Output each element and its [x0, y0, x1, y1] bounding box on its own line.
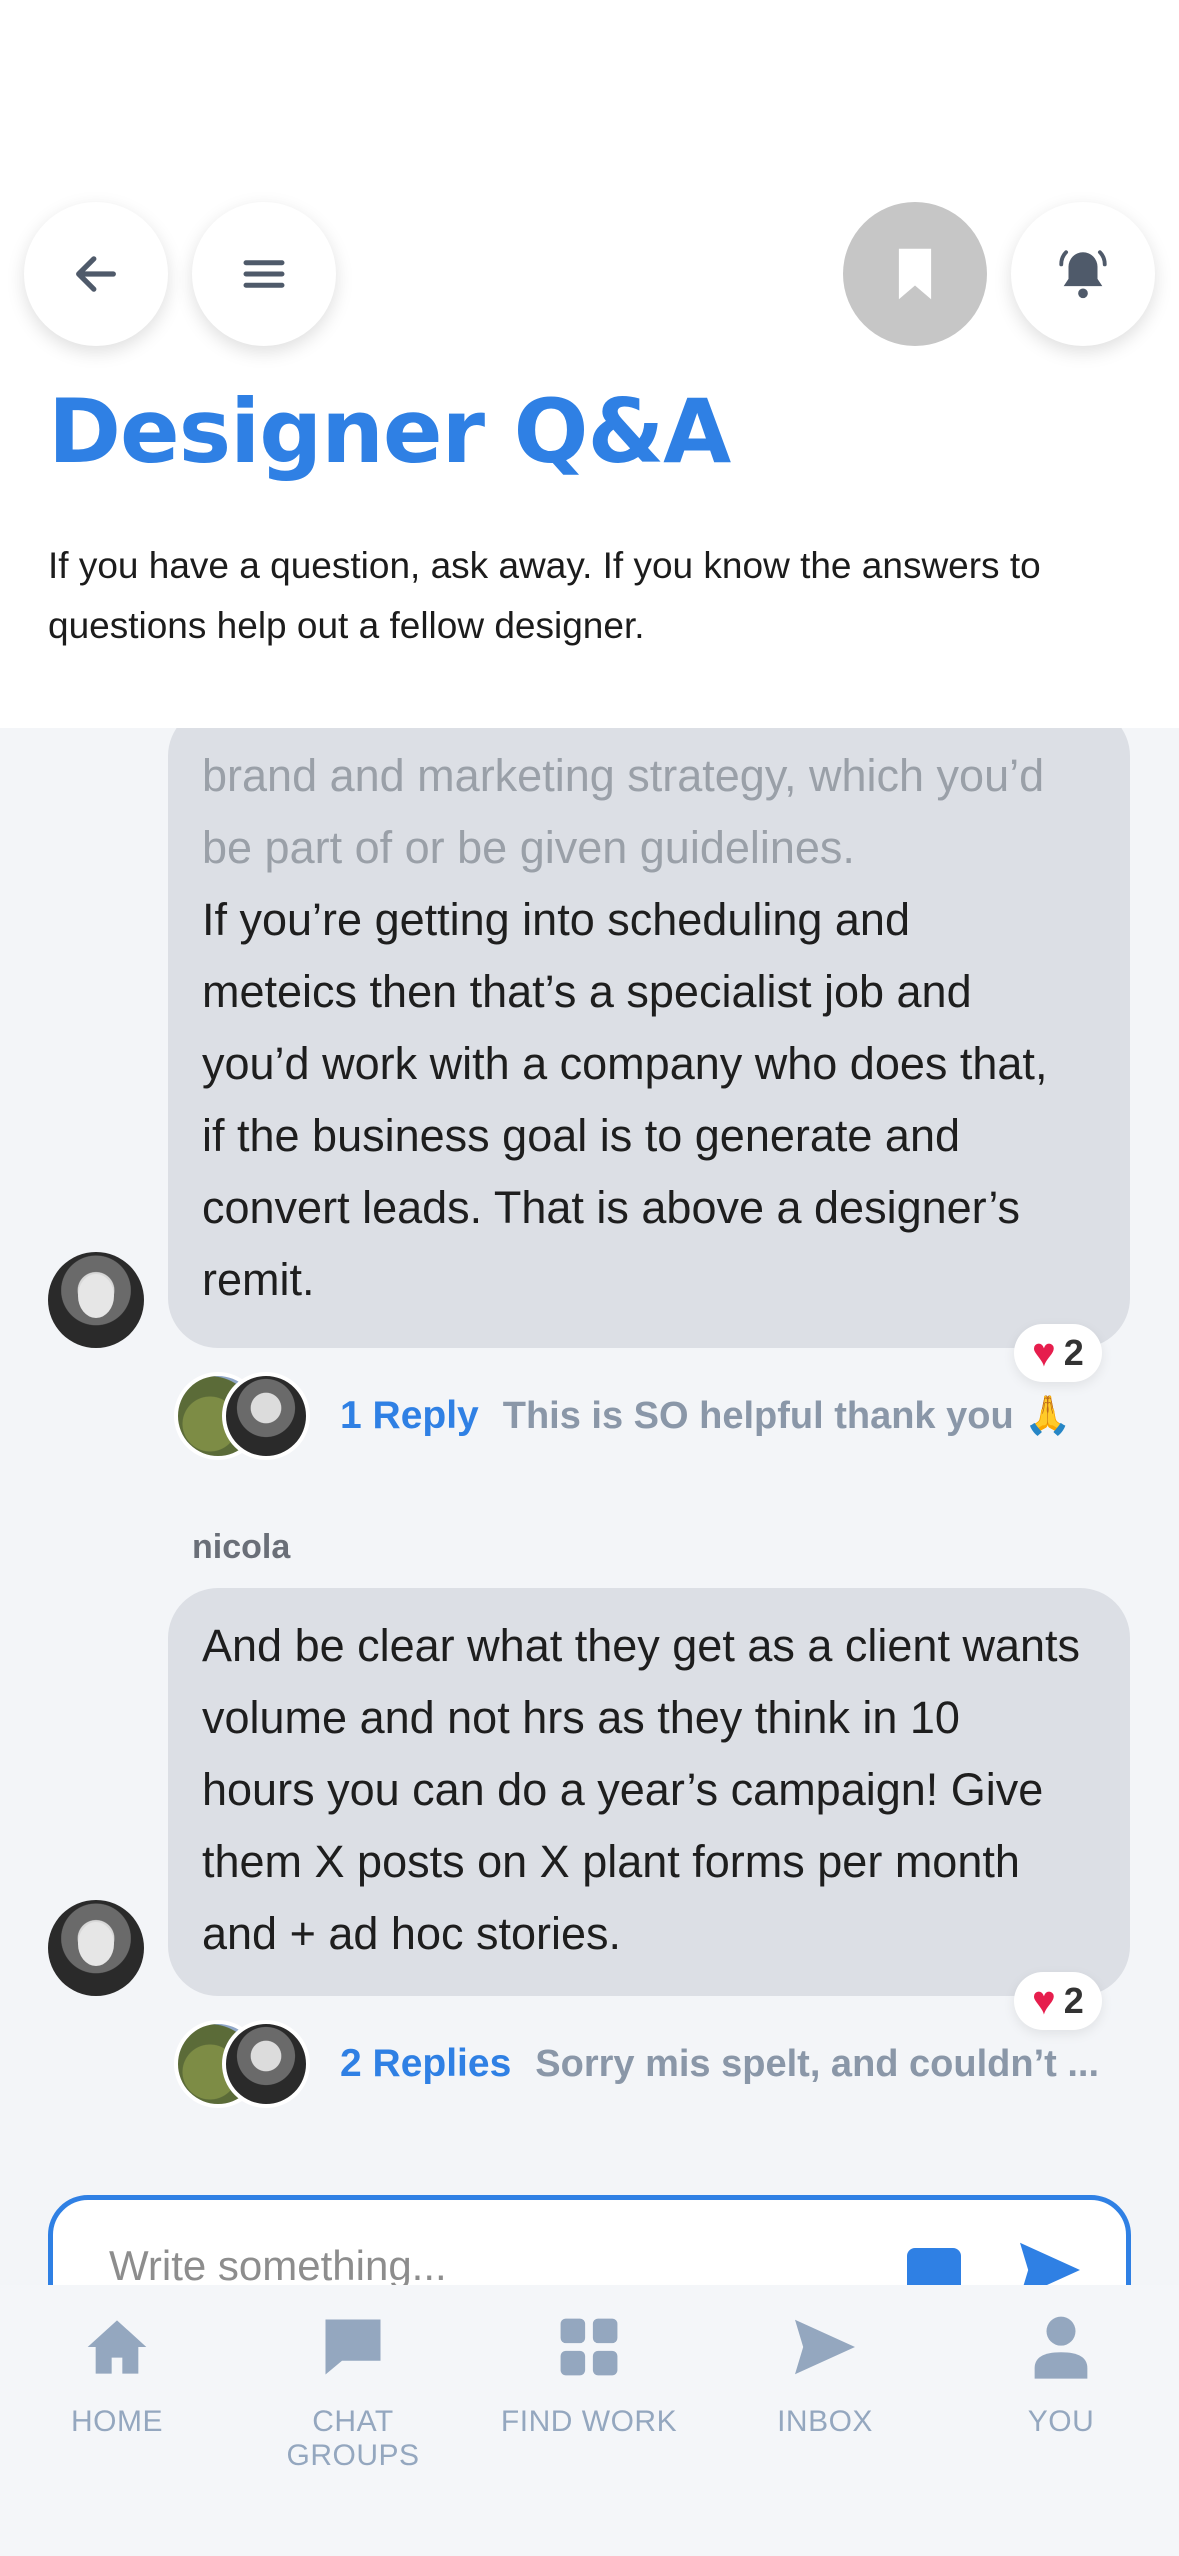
- tab-label: FIND WORK: [500, 2405, 678, 2438]
- reply-preview: This is SO helpful thank you 🙏: [502, 1395, 1072, 1437]
- avatar[interactable]: [48, 1900, 144, 1996]
- tab-chat-groups[interactable]: CHAT GROUPS: [243, 2307, 463, 2473]
- reply-count-link[interactable]: 2 Replies: [340, 2042, 511, 2086]
- message-line: remit.: [202, 1254, 315, 1305]
- replies-row[interactable]: 1 Reply This is SO helpful thank you 🙏: [174, 1370, 1074, 1462]
- message-line: and + ad hoc stories.: [202, 1908, 622, 1959]
- replier-avatar: [222, 1372, 310, 1460]
- reaction-count: 2: [1063, 1980, 1084, 2021]
- tab-label: YOU: [1027, 2405, 1095, 2438]
- message-feed[interactable]: brand and marketing strategy, which you’…: [0, 728, 1179, 2288]
- message-line: you’d work with a company who does that,: [202, 1038, 1048, 1089]
- bookmark-icon: [898, 248, 932, 300]
- bell-icon: [1059, 250, 1107, 299]
- message-line: them X posts on X plant forms per month: [202, 1836, 1020, 1887]
- replier-avatar: [222, 2020, 310, 2108]
- tab-inbox[interactable]: INBOX: [715, 2307, 935, 2439]
- tab-label: CHAT GROUPS: [286, 2405, 420, 2472]
- message-line: And be clear what they get as a client w…: [202, 1620, 1081, 1671]
- message-line: If you’re getting into scheduling and: [202, 894, 910, 945]
- heart-icon: ♥: [1032, 1331, 1056, 1375]
- home-icon: [87, 2320, 147, 2374]
- screen: Designer Q&A If you have a question, ask…: [0, 0, 1179, 2556]
- bookmark-button[interactable]: [843, 202, 987, 346]
- tab-home[interactable]: HOME: [7, 2307, 227, 2439]
- bottom-tab-bar: HOME CHAT GROUPS FIND WORK INBOX YOU: [0, 2285, 1179, 2556]
- page-description: If you have a question, ask away. If you…: [48, 545, 1041, 646]
- back-button[interactable]: [24, 202, 168, 346]
- message-bubble[interactable]: And be clear what they get as a client w…: [168, 1588, 1130, 1996]
- person-icon: [1034, 2316, 1088, 2379]
- tab-find-work[interactable]: FIND WORK: [479, 2307, 699, 2439]
- reply-count-link[interactable]: 1 Reply: [340, 1394, 479, 1438]
- tab-you[interactable]: YOU: [951, 2307, 1171, 2439]
- tab-label: HOME: [71, 2405, 163, 2438]
- message-line: volume and not hrs as they think in 10: [202, 1692, 960, 1743]
- message-line: meteics then that’s a specialist job and: [202, 966, 972, 1017]
- message-line: if the business goal is to generate and: [202, 1110, 961, 1161]
- hamburger-icon: [243, 260, 285, 288]
- message-bubble[interactable]: brand and marketing strategy, which you’…: [168, 728, 1130, 1348]
- heart-icon: ♥: [1032, 1979, 1056, 2023]
- reply-preview: Sorry mis spelt, and couldn’t ...: [535, 2042, 1100, 2085]
- grid-icon: [560, 2318, 618, 2376]
- send-icon: [795, 2319, 855, 2375]
- page-title: Designer Q&A: [48, 380, 731, 483]
- message-line: convert leads. That is above a designer’…: [202, 1182, 1020, 1233]
- tab-label: INBOX: [777, 2405, 873, 2438]
- chat-icon: [325, 2319, 381, 2375]
- arrow-left-icon: [76, 256, 116, 292]
- menu-button[interactable]: [192, 202, 336, 346]
- avatar[interactable]: [48, 1252, 144, 1348]
- author-name: nicola: [192, 1528, 291, 1566]
- replies-row[interactable]: 2 Replies Sorry mis spelt, and couldn’t …: [174, 2018, 1104, 2110]
- message-faded-text: brand and marketing strategy, which you’…: [202, 750, 1045, 873]
- message-line: hours you can do a year’s campaign! Give: [202, 1764, 1044, 1815]
- notifications-button[interactable]: [1011, 202, 1155, 346]
- composer-placeholder[interactable]: Write something...: [109, 2242, 447, 2290]
- reaction-count: 2: [1063, 1332, 1084, 1373]
